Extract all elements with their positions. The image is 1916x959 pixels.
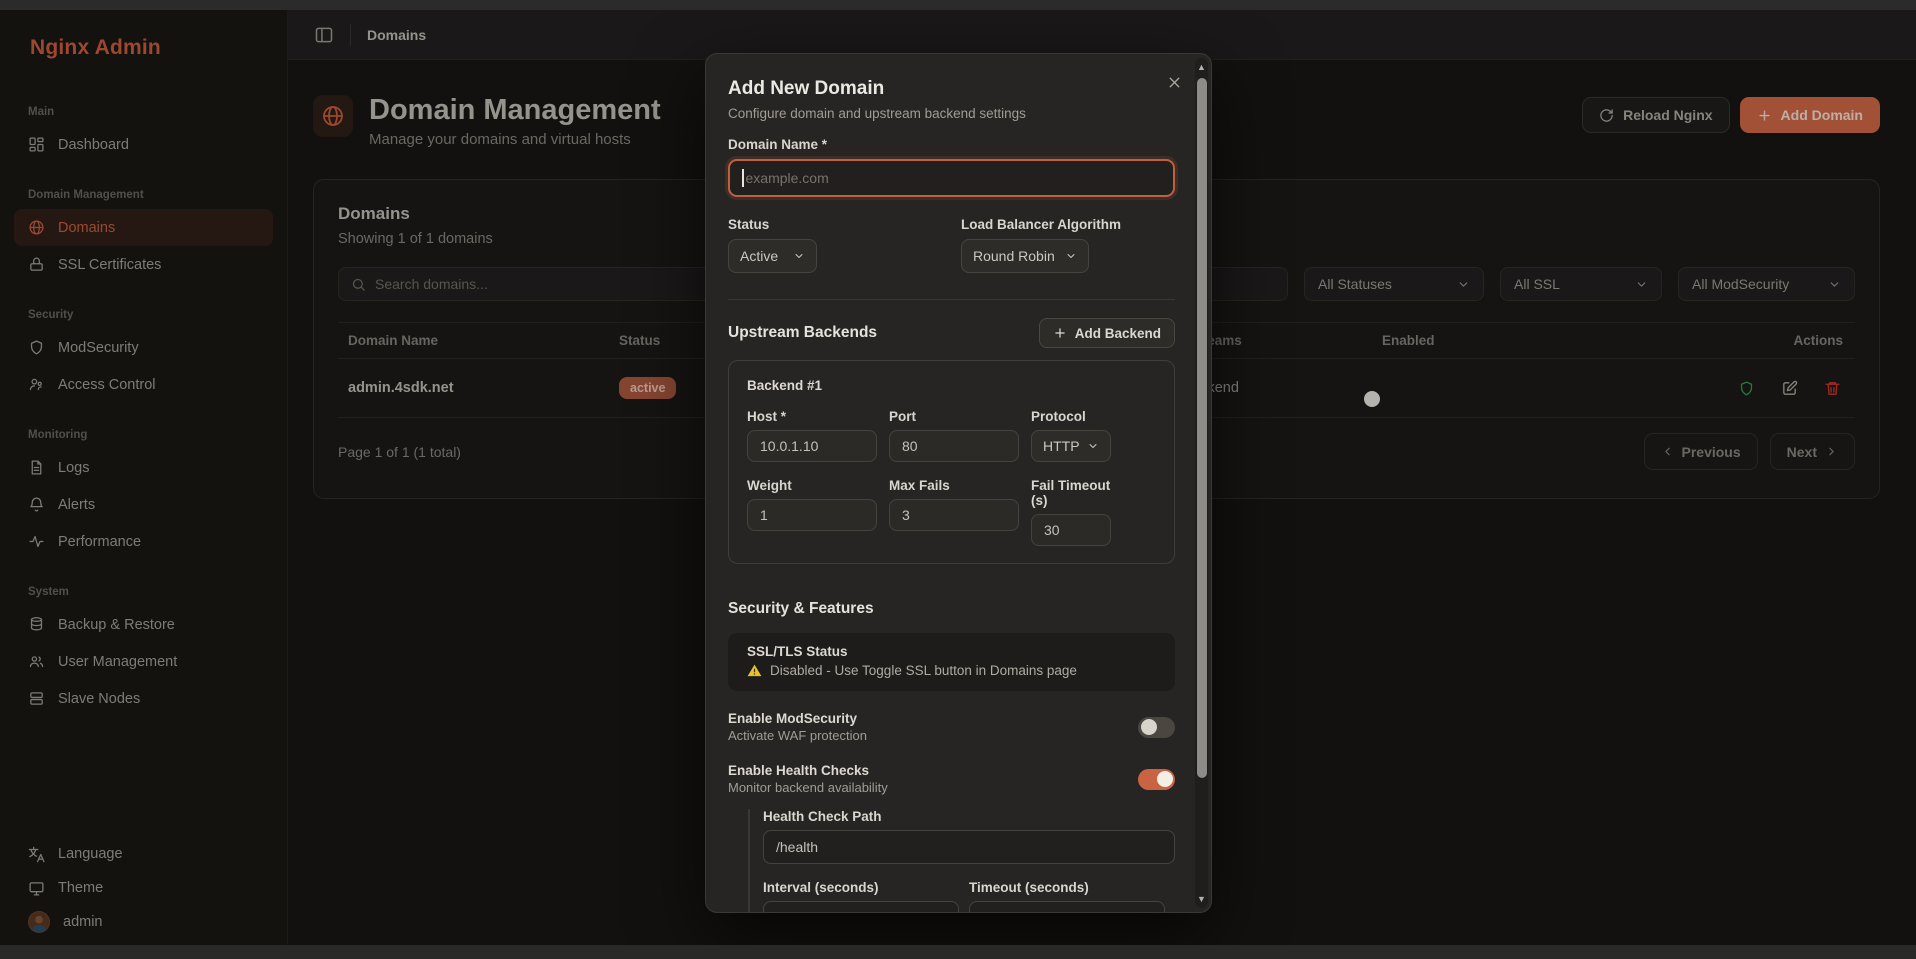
backend-grid-row-2: Weight Max Fails Fail Timeout (s) — [747, 478, 1156, 546]
host-label: Host * — [747, 409, 787, 424]
close-icon[interactable] — [1166, 74, 1183, 91]
window-bottom-strip — [0, 945, 1916, 959]
modal-title: Add New Domain — [728, 78, 885, 99]
health-path-label: Health Check Path — [763, 809, 882, 824]
health-check-section: Health Check Path Interval (seconds) Tim… — [748, 809, 1175, 912]
protocol-value: HTTP — [1043, 438, 1080, 454]
modsecurity-toggle-row: Enable ModSecurity Activate WAF protecti… — [728, 711, 1175, 743]
fail-timeout-label: Fail Timeout (s) — [1031, 478, 1111, 508]
domain-name-label: Domain Name * — [728, 137, 828, 152]
domain-name-placeholder: example.com — [745, 170, 829, 186]
weight-field: Weight — [747, 478, 877, 546]
health-checks-toggle[interactable] — [1138, 768, 1175, 790]
chevron-down-icon — [1087, 440, 1099, 452]
scroll-down-icon[interactable]: ▼ — [1195, 894, 1208, 904]
status-value: Active — [740, 248, 779, 264]
fail-timeout-input[interactable] — [1031, 514, 1111, 546]
modsecurity-text: Enable ModSecurity Activate WAF protecti… — [728, 711, 867, 743]
interval-input[interactable] — [763, 901, 959, 912]
algorithm-label: Load Balancer Algorithm — [961, 217, 1122, 232]
fail-timeout-field: Fail Timeout (s) — [1031, 478, 1111, 546]
modal-body: Add New Domain Configure domain and upst… — [706, 54, 1211, 912]
health-checks-subtitle: Monitor backend availability — [728, 780, 888, 795]
backends-heading: Upstream Backends — [728, 324, 878, 341]
algorithm-value: Round Robin — [973, 248, 1055, 264]
timeout-label: Timeout (seconds) — [969, 880, 1089, 895]
domain-name-input[interactable]: example.com — [728, 159, 1175, 197]
interval-field: Interval (seconds) — [763, 880, 969, 912]
health-checks-title: Enable Health Checks — [728, 763, 870, 778]
health-checks-text: Enable Health Checks Monitor backend ava… — [728, 763, 888, 795]
host-input[interactable] — [747, 430, 877, 462]
protocol-label: Protocol — [1031, 409, 1086, 424]
backend-title: Backend #1 — [747, 378, 823, 393]
status-label: Status — [728, 217, 770, 232]
scroll-up-icon[interactable]: ▲ — [1195, 62, 1208, 72]
host-field: Host * — [747, 409, 877, 462]
status-select[interactable]: Active — [728, 239, 817, 273]
backend-grid-row-1: Host * Port Protocol HTTP — [747, 409, 1156, 462]
warning-icon — [747, 663, 762, 678]
ssl-status-message: Disabled - Use Toggle SSL button in Doma… — [770, 663, 1077, 678]
weight-input[interactable] — [747, 499, 877, 531]
max-fails-input[interactable] — [889, 499, 1019, 531]
chevron-down-icon — [1065, 250, 1077, 262]
ssl-status-message-row: Disabled - Use Toggle SSL button in Doma… — [747, 663, 1156, 678]
port-label: Port — [889, 409, 916, 424]
algorithm-field: Load Balancer Algorithm Round Robin — [961, 217, 1175, 273]
protocol-field: Protocol HTTP — [1031, 409, 1111, 462]
modal-subtitle: Configure domain and upstream backend se… — [728, 106, 1026, 121]
modsecurity-title: Enable ModSecurity — [728, 711, 858, 726]
status-algorithm-row: Status Active Load Balancer Algorithm Ro… — [728, 217, 1175, 273]
add-backend-label: Add Backend — [1074, 325, 1161, 341]
window-top-strip — [0, 0, 1916, 10]
backend-card: Backend #1 Host * Port Protocol HTTP — [728, 360, 1175, 564]
health-checks-toggle-row: Enable Health Checks Monitor backend ava… — [728, 763, 1175, 795]
add-backend-button[interactable]: Add Backend — [1038, 318, 1175, 348]
algorithm-select[interactable]: Round Robin — [961, 239, 1089, 273]
health-path-input[interactable] — [763, 830, 1175, 864]
ssl-status-title: SSL/TLS Status — [747, 644, 848, 659]
interval-label: Interval (seconds) — [763, 880, 879, 895]
domain-name-field-wrap: example.com — [728, 159, 1175, 197]
backends-header-row: Upstream Backends Add Backend — [728, 318, 1175, 348]
timeout-field: Timeout (seconds) — [969, 880, 1175, 912]
max-fails-label: Max Fails — [889, 478, 950, 493]
protocol-select[interactable]: HTTP — [1031, 430, 1111, 462]
timeout-input[interactable] — [969, 901, 1165, 912]
modsecurity-toggle[interactable] — [1138, 716, 1175, 738]
scrollbar-thumb[interactable] — [1196, 78, 1207, 778]
divider — [728, 299, 1175, 300]
modsecurity-subtitle: Activate WAF protection — [728, 728, 867, 743]
max-fails-field: Max Fails — [889, 478, 1019, 546]
add-domain-modal: Add New Domain Configure domain and upst… — [705, 53, 1212, 913]
weight-label: Weight — [747, 478, 792, 493]
security-heading: Security & Features — [728, 600, 874, 617]
chevron-down-icon — [793, 250, 805, 262]
status-field: Status Active — [728, 217, 961, 273]
health-interval-timeout-row: Interval (seconds) Timeout (seconds) — [763, 880, 1175, 912]
text-caret — [742, 169, 744, 187]
modal-scrollbar[interactable]: ▲ ▼ — [1195, 58, 1208, 908]
port-input[interactable] — [889, 430, 1019, 462]
plus-icon — [1053, 326, 1067, 340]
ssl-status-box: SSL/TLS Status Disabled - Use Toggle SSL… — [728, 633, 1175, 691]
port-field: Port — [889, 409, 1019, 462]
